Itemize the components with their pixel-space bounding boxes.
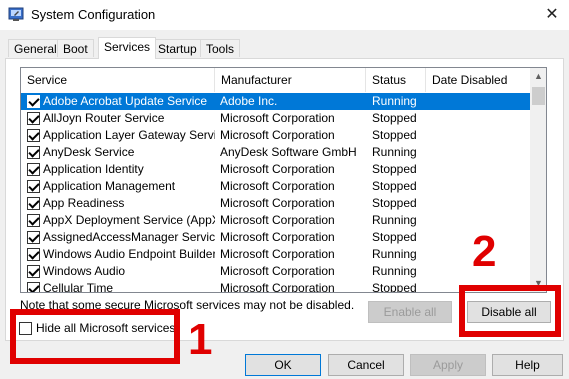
table-row[interactable]: AppX Deployment Service (AppX... Microsof… [21,212,531,229]
status-cell: Running [372,247,417,261]
column-header-status[interactable]: Status [366,68,426,92]
table-row[interactable]: Cellular Time Microsoft Corporation Stoppe… [21,280,531,293]
service-name-cell: App Readiness [43,196,125,210]
close-icon[interactable]: ✕ [537,2,567,28]
service-name-cell: Cellular Time [43,281,114,293]
status-cell: Stopped [372,179,417,193]
status-cell: Running [372,213,417,227]
service-checkbox[interactable] [27,265,40,278]
manufacturer-cell: AnyDesk Software GmbH [220,145,357,159]
manufacturer-cell: Microsoft Corporation [220,162,335,176]
service-checkbox[interactable] [27,282,40,292]
manufacturer-cell: Microsoft Corporation [220,196,335,210]
status-cell: Running [372,145,417,159]
manufacturer-cell: Microsoft Corporation [220,111,335,125]
title-bar: System Configuration ✕ [0,0,569,30]
manufacturer-cell: Adobe Inc. [220,94,278,108]
manufacturer-cell: Microsoft Corporation [220,247,335,261]
service-name-cell: Application Layer Gateway Service [43,128,215,142]
list-header: Service Manufacturer Status Date Disable… [21,68,531,92]
service-name-cell: AllJoyn Router Service [43,111,165,125]
tab-bar: General Boot Services Startup Tools [0,37,569,59]
table-row[interactable]: AllJoyn Router Service Microsoft Corporat… [21,110,531,127]
service-checkbox[interactable] [27,163,40,176]
service-checkbox[interactable] [27,214,40,227]
status-cell: Stopped [372,111,417,125]
cancel-button[interactable]: Cancel [328,354,404,376]
status-cell: Stopped [372,128,417,142]
status-cell: Stopped [372,230,417,244]
service-name-cell: Adobe Acrobat Update Service [43,94,208,108]
service-name-cell: Application Management [43,179,176,193]
service-name-cell: Application Identity [43,162,144,176]
service-checkbox[interactable] [27,197,40,210]
tab-boot[interactable]: Boot [57,39,94,57]
table-row[interactable]: Windows Audio Microsoft Corporation Runnin… [21,263,531,280]
annotation-number-1: 1 [188,315,213,364]
service-name-cell: AnyDesk Service [43,145,135,159]
window-title: System Configuration [31,7,156,22]
service-checkbox[interactable] [27,248,40,261]
column-header-service[interactable]: Service [21,68,215,92]
table-row[interactable]: App Readiness Microsoft Corporation Stoppe… [21,195,531,212]
manufacturer-cell: Microsoft Corporation [220,213,335,227]
scrollbar-thumb[interactable] [532,87,545,105]
status-cell: Stopped [372,162,417,176]
tab-general[interactable]: General [8,39,63,57]
column-header-manufacturer[interactable]: Manufacturer [215,68,366,92]
service-name-cell: Windows Audio [43,264,126,278]
ok-button[interactable]: OK [245,354,321,376]
vertical-scrollbar[interactable]: ▲ ▼ [530,68,546,292]
tab-tools[interactable]: Tools [200,39,241,57]
status-cell: Stopped [372,281,417,293]
annotation-number-2: 2 [472,227,497,276]
table-row[interactable]: Application Management Microsoft Corporat… [21,178,531,195]
status-cell: Stopped [372,196,417,210]
table-row[interactable]: AnyDesk Service AnyDesk Software GmbH Runn… [21,144,531,161]
tab-startup[interactable]: Startup [152,39,203,57]
enable-all-button[interactable]: Enable all [368,301,452,323]
table-row[interactable]: Application Identity Microsoft Corporatio… [21,161,531,178]
status-cell: Running [372,94,417,108]
service-name-cell: AppX Deployment Service (AppX... [43,213,215,227]
apply-button[interactable]: Apply [410,354,486,376]
manufacturer-cell: Microsoft Corporation [220,128,335,142]
service-name-cell: AssignedAccessManager Service [43,230,215,244]
table-row[interactable]: Adobe Acrobat Update Service Adobe Inc. Ru… [21,93,531,110]
tab-services[interactable]: Services [98,37,157,59]
service-checkbox[interactable] [27,146,40,159]
msconfig-icon [8,7,24,21]
service-checkbox[interactable] [27,180,40,193]
service-checkbox[interactable] [27,129,40,142]
scroll-up-arrow-icon[interactable]: ▲ [530,68,546,85]
service-name-cell: Windows Audio Endpoint Builder [43,247,215,261]
table-row[interactable]: AssignedAccessManager Service Microsoft C… [21,229,531,246]
status-cell: Running [372,264,417,278]
help-button[interactable]: Help [492,354,563,376]
annotation-box-2 [459,285,561,337]
manufacturer-cell: Microsoft Corporation [220,264,335,278]
manufacturer-cell: Microsoft Corporation [220,230,335,244]
column-header-date-disabled[interactable]: Date Disabled [426,68,531,92]
services-list[interactable]: Service Manufacturer Status Date Disable… [20,67,547,293]
table-row[interactable]: Windows Audio Endpoint Builder Microsoft … [21,246,531,263]
service-checkbox[interactable] [27,95,40,108]
service-checkbox[interactable] [27,112,40,125]
service-checkbox[interactable] [27,231,40,244]
annotation-box-1 [10,309,180,364]
manufacturer-cell: Microsoft Corporation [220,179,335,193]
manufacturer-cell: Microsoft Corporation [220,281,335,293]
table-row[interactable]: Application Layer Gateway Service Microso… [21,127,531,144]
